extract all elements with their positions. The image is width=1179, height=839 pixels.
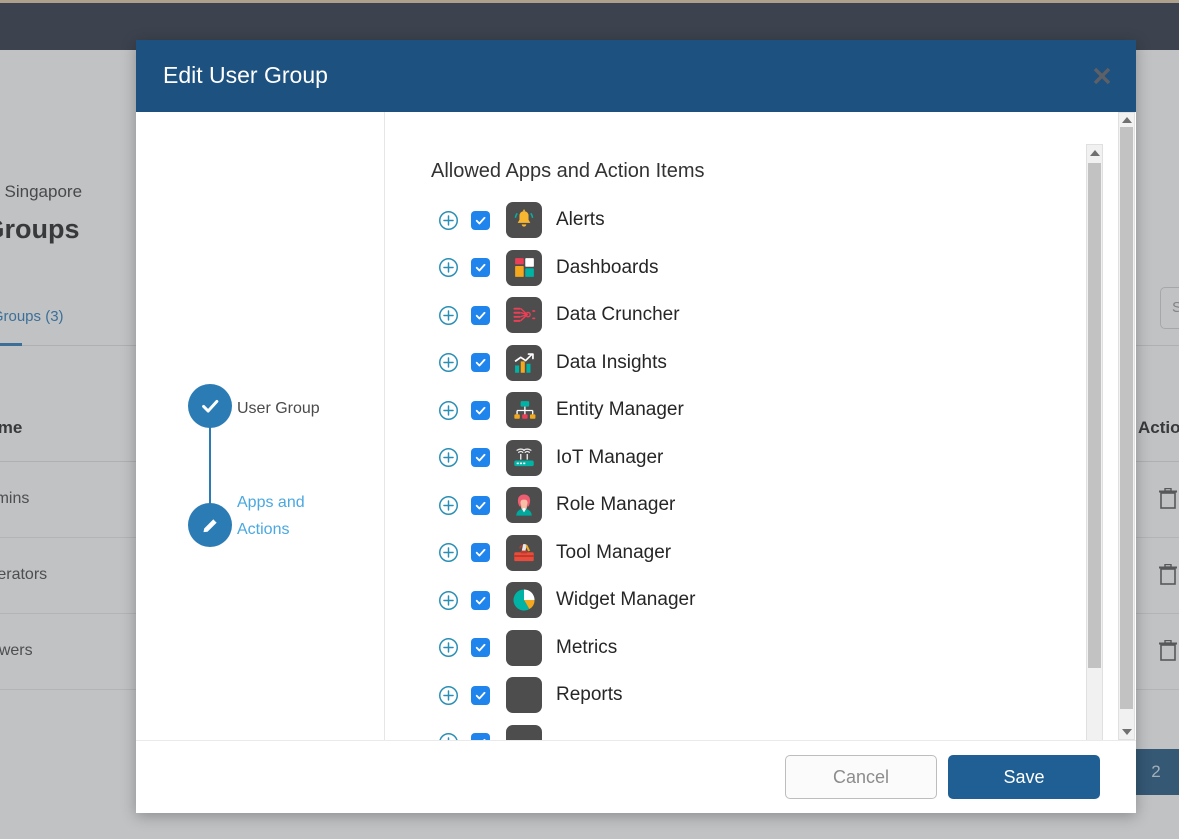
modal-footer: Cancel Save xyxy=(136,740,1136,813)
modal-scroll-down-arrow[interactable] xyxy=(1121,729,1132,735)
blank-app-icon xyxy=(506,677,542,713)
plus-circle-icon[interactable] xyxy=(438,447,459,468)
blank-app-icon xyxy=(506,629,542,666)
plus-circle-icon[interactable] xyxy=(438,542,459,563)
app-checkbox[interactable] xyxy=(471,448,490,467)
app-row[interactable] xyxy=(386,723,1136,740)
plus-circle-icon[interactable] xyxy=(438,210,459,231)
app-name: Reports xyxy=(556,684,623,705)
bar-chart-icon xyxy=(506,344,542,381)
panel-scrollbar-thumb[interactable] xyxy=(1088,163,1101,668)
stepper-step-apps-and-actions[interactable]: Apps and Actions xyxy=(136,494,385,547)
app-row[interactable]: Reports xyxy=(386,675,1136,715)
plus-circle-icon[interactable] xyxy=(438,637,459,658)
app-checkbox[interactable] xyxy=(471,400,490,420)
modal-scrollbar[interactable] xyxy=(1118,112,1135,740)
hierarchy-icon xyxy=(506,392,542,428)
app-name: Alerts xyxy=(556,209,605,230)
app-checkbox[interactable] xyxy=(471,258,490,277)
app-checkbox[interactable] xyxy=(471,590,490,610)
blank-app-icon xyxy=(506,724,542,740)
close-icon[interactable] xyxy=(1086,60,1118,92)
modal-title: Edit User Group xyxy=(163,62,328,88)
panel-scrollbar[interactable] xyxy=(1086,144,1103,740)
toolbox-icon xyxy=(506,534,542,571)
plus-circle-icon[interactable] xyxy=(438,305,459,326)
apps-panel: Allowed Apps and Action Items Select All… xyxy=(386,112,1136,740)
plus-circle-icon[interactable] xyxy=(438,257,459,278)
app-name: Dashboards xyxy=(556,256,659,278)
app-checkbox[interactable] xyxy=(471,305,490,325)
modal-scroll-up-arrow[interactable] xyxy=(1121,117,1132,123)
panel-heading: Allowed Apps and Action Items xyxy=(431,160,705,182)
app-row[interactable]: Data Cruncher xyxy=(386,295,1136,335)
pie-chart-icon xyxy=(506,582,542,618)
app-checkbox[interactable] xyxy=(471,638,490,657)
edit-user-group-modal: Edit User Group User Group Apps and Acti… xyxy=(136,40,1136,813)
app-row[interactable]: Tool Manager xyxy=(386,533,1136,573)
modal-header: Edit User Group xyxy=(136,40,1136,112)
plus-circle-icon[interactable] xyxy=(438,590,459,611)
app-name: Data Cruncher xyxy=(556,304,680,325)
app-row[interactable]: Metrics xyxy=(386,628,1136,668)
app-name: Widget Manager xyxy=(556,589,696,610)
app-checkbox[interactable] xyxy=(471,685,490,705)
app-checkbox[interactable] xyxy=(471,495,490,515)
app-row[interactable]: IoT Manager xyxy=(386,438,1136,478)
pencil-icon xyxy=(188,503,232,547)
app-checkbox[interactable] xyxy=(471,733,490,740)
app-row[interactable]: Dashboards xyxy=(386,248,1136,288)
bell-icon xyxy=(506,202,542,238)
stepper-step-user-group[interactable]: User Group xyxy=(136,384,385,428)
app-name: Data Insights xyxy=(556,351,667,373)
plus-circle-icon[interactable] xyxy=(438,732,459,740)
app-checkbox[interactable] xyxy=(471,353,490,372)
app-row[interactable]: Data Insights xyxy=(386,343,1136,383)
save-button[interactable]: Save xyxy=(948,755,1100,799)
modal-body: User Group Apps and Actions Allowed Apps… xyxy=(136,112,1136,740)
plus-circle-icon[interactable] xyxy=(438,495,459,516)
plus-circle-icon[interactable] xyxy=(438,400,459,421)
stepper-label-user-group: User Group xyxy=(237,400,320,417)
app-name: Role Manager xyxy=(556,494,676,515)
modal-scrollbar-thumb[interactable] xyxy=(1120,127,1133,709)
stepper: User Group Apps and Actions xyxy=(136,112,385,740)
app-checkbox[interactable] xyxy=(471,210,490,230)
scroll-up-arrow[interactable] xyxy=(1089,150,1100,156)
app-row[interactable]: Alerts xyxy=(386,200,1136,240)
plus-circle-icon[interactable] xyxy=(438,352,459,373)
app-row[interactable]: Entity Manager xyxy=(386,390,1136,430)
plus-circle-icon[interactable] xyxy=(438,685,459,706)
check-icon xyxy=(188,384,232,428)
person-icon xyxy=(506,487,542,523)
app-name: IoT Manager xyxy=(556,446,664,468)
router-icon xyxy=(506,439,542,476)
cancel-button[interactable]: Cancel xyxy=(785,755,937,799)
app-checkbox[interactable] xyxy=(471,543,490,562)
app-name: Metrics xyxy=(556,636,618,658)
stepper-label-apps-and-actions: Apps and Actions xyxy=(237,494,305,538)
app-row[interactable]: Role Manager xyxy=(386,485,1136,525)
node-graph-icon xyxy=(506,297,542,333)
app-row[interactable]: Widget Manager xyxy=(386,580,1136,620)
dashboard-tiles-icon xyxy=(506,249,542,286)
app-list: Alerts Dashboards Data Cruncher Data Insigh… xyxy=(386,200,1136,740)
app-name: Entity Manager xyxy=(556,399,684,420)
app-name: Tool Manager xyxy=(556,541,672,563)
